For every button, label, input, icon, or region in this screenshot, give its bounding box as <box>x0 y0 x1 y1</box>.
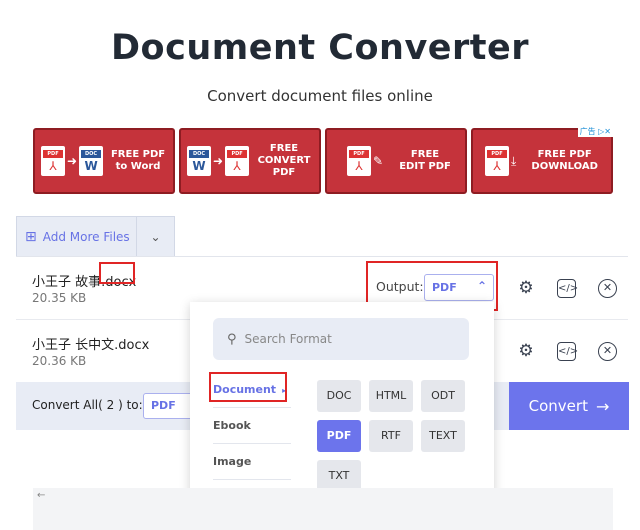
arrow-right-icon: ➜ <box>213 154 224 168</box>
format-text[interactable]: TEXT <box>421 420 465 452</box>
format-html[interactable]: HTML <box>369 380 413 412</box>
format-doc[interactable]: DOC <box>317 380 361 412</box>
code-icon[interactable]: </> <box>557 279 578 298</box>
page-subtitle: Convert document files online <box>207 87 433 105</box>
ad-line-2: EDIT PDF <box>399 161 451 172</box>
ad-line-2: to Word <box>115 161 161 172</box>
format-pdf[interactable]: PDF <box>317 420 361 452</box>
ad-line-1: FREE <box>410 149 440 160</box>
add-files-bar: ⊞ Add More Files ⌄ <box>16 216 175 256</box>
search-icon: ⚲ <box>227 331 237 347</box>
ad-choices-badge[interactable]: 广告 ▷✕ <box>577 126 613 137</box>
gear-icon[interactable]: ⚙ <box>515 340 537 362</box>
ad-line-2: DOWNLOAD <box>531 161 598 172</box>
download-icon: ⤓ <box>511 153 517 168</box>
pencil-icon: ✎ <box>373 154 384 168</box>
ad-pdf-to-word[interactable]: PDF ⅄ ➜ DOC W FREE PDF to Word <box>33 128 175 194</box>
search-format-input[interactable]: ⚲ Search Format <box>213 318 469 360</box>
category-image[interactable]: Image <box>213 444 291 480</box>
pdf-file-icon: PDF ⅄ <box>225 146 250 176</box>
add-more-files-label: Add More Files <box>42 229 130 244</box>
code-icon[interactable]: </> <box>557 342 578 361</box>
ad-pdf-download[interactable]: PDF ⅄ ⤓ FREE PDF DOWNLOAD <box>471 128 613 194</box>
search-placeholder: Search Format <box>244 332 332 346</box>
format-rtf[interactable]: RTF <box>369 420 413 452</box>
word-file-icon: DOC W <box>79 146 104 176</box>
file-size: 20.35 KB <box>32 291 87 305</box>
ad-convert-pdf[interactable]: DOC W ➜ PDF ⅄ FREE CONVERT PDF <box>179 128 321 194</box>
arrow-left-icon[interactable]: ← <box>37 490 45 501</box>
gear-icon[interactable]: ⚙ <box>515 277 537 299</box>
highlight-box <box>99 262 135 284</box>
add-more-files-button[interactable]: ⊞ Add More Files <box>17 217 137 256</box>
convert-all-select[interactable]: PDF <box>143 393 193 419</box>
arrow-right-icon: → <box>595 396 610 416</box>
close-icon[interactable]: ✕ <box>598 279 617 298</box>
convert-label: Convert <box>528 397 588 415</box>
ad-line-2: CONVERT PDF <box>257 155 311 178</box>
arrow-right-icon: ➜ <box>67 154 78 168</box>
ad-line-1: FREE PDF <box>110 149 166 160</box>
file-name: 小王子 长中文.docx <box>32 338 150 353</box>
close-icon[interactable]: ✕ <box>598 342 617 361</box>
ad-line-1: FREE PDF <box>537 149 592 160</box>
highlight-box <box>209 372 287 402</box>
add-file-icon: ⊞ <box>25 228 37 245</box>
convert-all-label: Convert All( 2 ) to: <box>32 398 143 412</box>
ad-line-1: FREE <box>269 143 299 154</box>
pdf-file-icon: PDF ⅄ <box>41 146 65 176</box>
format-odt[interactable]: ODT <box>421 380 465 412</box>
file-size: 20.36 KB <box>32 354 87 368</box>
category-ebook[interactable]: Ebook <box>213 408 291 444</box>
convert-button[interactable]: Convert → <box>509 382 629 430</box>
page-title: Document Converter <box>111 28 529 68</box>
word-file-icon: DOC W <box>187 146 211 176</box>
ad-banner[interactable]: PDF ⅄ ➜ DOC W FREE PDF to Word DOC W ➜ PDF ⅄ … <box>33 126 613 195</box>
chevron-down-icon[interactable]: ⌄ <box>137 230 174 244</box>
ad-edit-pdf[interactable]: PDF ⅄ ✎ FREE EDIT PDF <box>325 128 467 194</box>
ad-placeholder: ← <box>33 488 613 530</box>
pdf-edit-icon: PDF ⅄ <box>347 146 371 176</box>
pdf-download-icon: PDF ⅄ <box>485 146 509 176</box>
